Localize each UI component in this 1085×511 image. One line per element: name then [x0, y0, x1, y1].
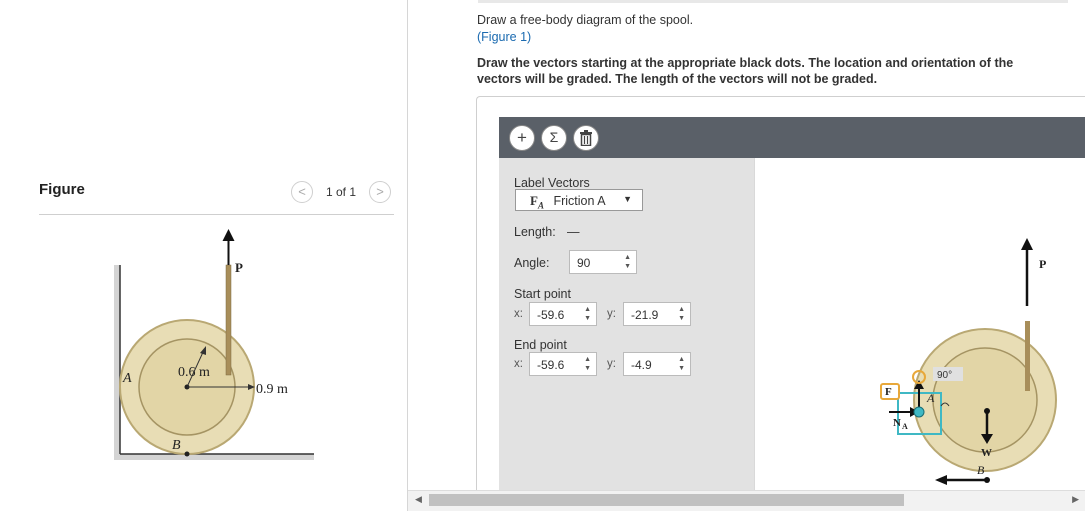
caret-down-icon: ▼: [623, 194, 632, 204]
end-y-input[interactable]: -4.9 ▲ ▼: [623, 352, 691, 376]
canvas-b-label: B: [977, 463, 985, 477]
grading-note: Draw the vectors starting at the appropr…: [477, 56, 1014, 86]
start-point-label: Start point: [514, 287, 571, 301]
vector-f-label: F: [885, 386, 892, 398]
drawing-toolbar: + Σ: [499, 117, 1085, 158]
point-b-dot: [184, 451, 190, 457]
sigma-icon: Σ: [549, 129, 559, 145]
question-pane: Draw a free-body diagram of the spool. (…: [408, 0, 1085, 511]
angle-label: Angle:: [514, 256, 550, 270]
figure-link[interactable]: (Figure 1): [477, 30, 531, 44]
angle-stepper-icon[interactable]: ▲ ▼: [624, 253, 631, 271]
angle-readout: 90°: [937, 370, 952, 381]
prev-figure-button[interactable]: <: [291, 181, 313, 203]
canvas-rope-rod: [1025, 321, 1030, 391]
selected-vector-label: Friction A: [553, 194, 606, 208]
canvas-p-arrow: [1021, 238, 1033, 250]
drawing-canvas[interactable]: P W B F N A A 90°: [754, 158, 1085, 495]
end-point-label: End point: [514, 338, 567, 352]
sum-vector-button[interactable]: Σ: [541, 125, 567, 151]
vector-handle-start[interactable]: [913, 406, 925, 418]
end-x-label: x:: [514, 358, 523, 370]
end-x-stepper-icon[interactable]: ▲ ▼: [584, 355, 591, 373]
next-figure-button[interactable]: >: [369, 181, 391, 203]
rope-rod: [225, 264, 232, 376]
selected-vector-symbol: FA: [530, 193, 544, 211]
start-x-label: x:: [514, 308, 523, 320]
force-p-arrow: [222, 229, 235, 241]
start-y-label: y:: [607, 308, 616, 320]
canvas-p-label: P: [1039, 257, 1046, 271]
start-y-stepper-icon[interactable]: ▲ ▼: [678, 305, 685, 323]
vector-n-subscript: A: [902, 422, 908, 431]
end-x-input[interactable]: -59.6 ▲ ▼: [529, 352, 597, 376]
inner-radius-label: 0.6 m: [178, 365, 210, 380]
start-x-stepper-icon[interactable]: ▲ ▼: [584, 305, 591, 323]
start-x-input[interactable]: -59.6 ▲ ▼: [529, 302, 597, 326]
vector-drawing-tool: + Σ Label Vectors FA Friction A ▼ Length…: [476, 96, 1085, 496]
scroll-right-icon[interactable]: ▶: [1072, 494, 1079, 505]
figure-count: 1 of 1: [326, 185, 357, 199]
spool-figure: P 0.6 m 0.9 m A B: [114, 229, 314, 460]
question-instruction: Draw a free-body diagram of the spool.: [477, 13, 694, 27]
length-label: Length:: [514, 225, 556, 239]
figure-pane: Figure < 1 of 1 > P 0.6 m 0.9 m A B: [0, 0, 408, 511]
horizontal-scrollbar[interactable]: ◀ ▶: [408, 490, 1085, 511]
canvas-diagram: P W B F N A A 90°: [880, 238, 1057, 485]
figure-title: Figure: [39, 181, 85, 198]
vector-properties-panel: Label Vectors FA Friction A ▼ Length: — …: [499, 158, 754, 495]
point-a-label: A: [122, 371, 132, 386]
scroll-left-icon[interactable]: ◀: [415, 494, 422, 505]
delete-vector-button[interactable]: [573, 125, 599, 151]
canvas-w-label: W: [981, 447, 992, 459]
trash-icon: [580, 130, 592, 147]
canvas-a-label: A: [926, 391, 935, 405]
figure-divider: [39, 214, 394, 215]
vector-label-select[interactable]: FA Friction A ▼: [515, 189, 643, 211]
scrollbar-thumb[interactable]: [429, 494, 904, 506]
end-y-stepper-icon[interactable]: ▲ ▼: [678, 355, 685, 373]
vector-n-label: N: [893, 417, 901, 429]
force-p-label: P: [235, 260, 243, 275]
top-border: [478, 0, 1068, 3]
length-value: —: [567, 225, 580, 239]
point-b-label: B: [172, 438, 181, 453]
add-vector-button[interactable]: +: [509, 125, 535, 151]
angle-input[interactable]: 90 ▲ ▼: [569, 250, 637, 274]
start-y-input[interactable]: -21.9 ▲ ▼: [623, 302, 691, 326]
end-y-label: y:: [607, 358, 616, 370]
label-vectors-title: Label Vectors: [514, 176, 590, 190]
plus-icon: +: [517, 128, 527, 147]
outer-radius-label: 0.9 m: [256, 382, 288, 397]
